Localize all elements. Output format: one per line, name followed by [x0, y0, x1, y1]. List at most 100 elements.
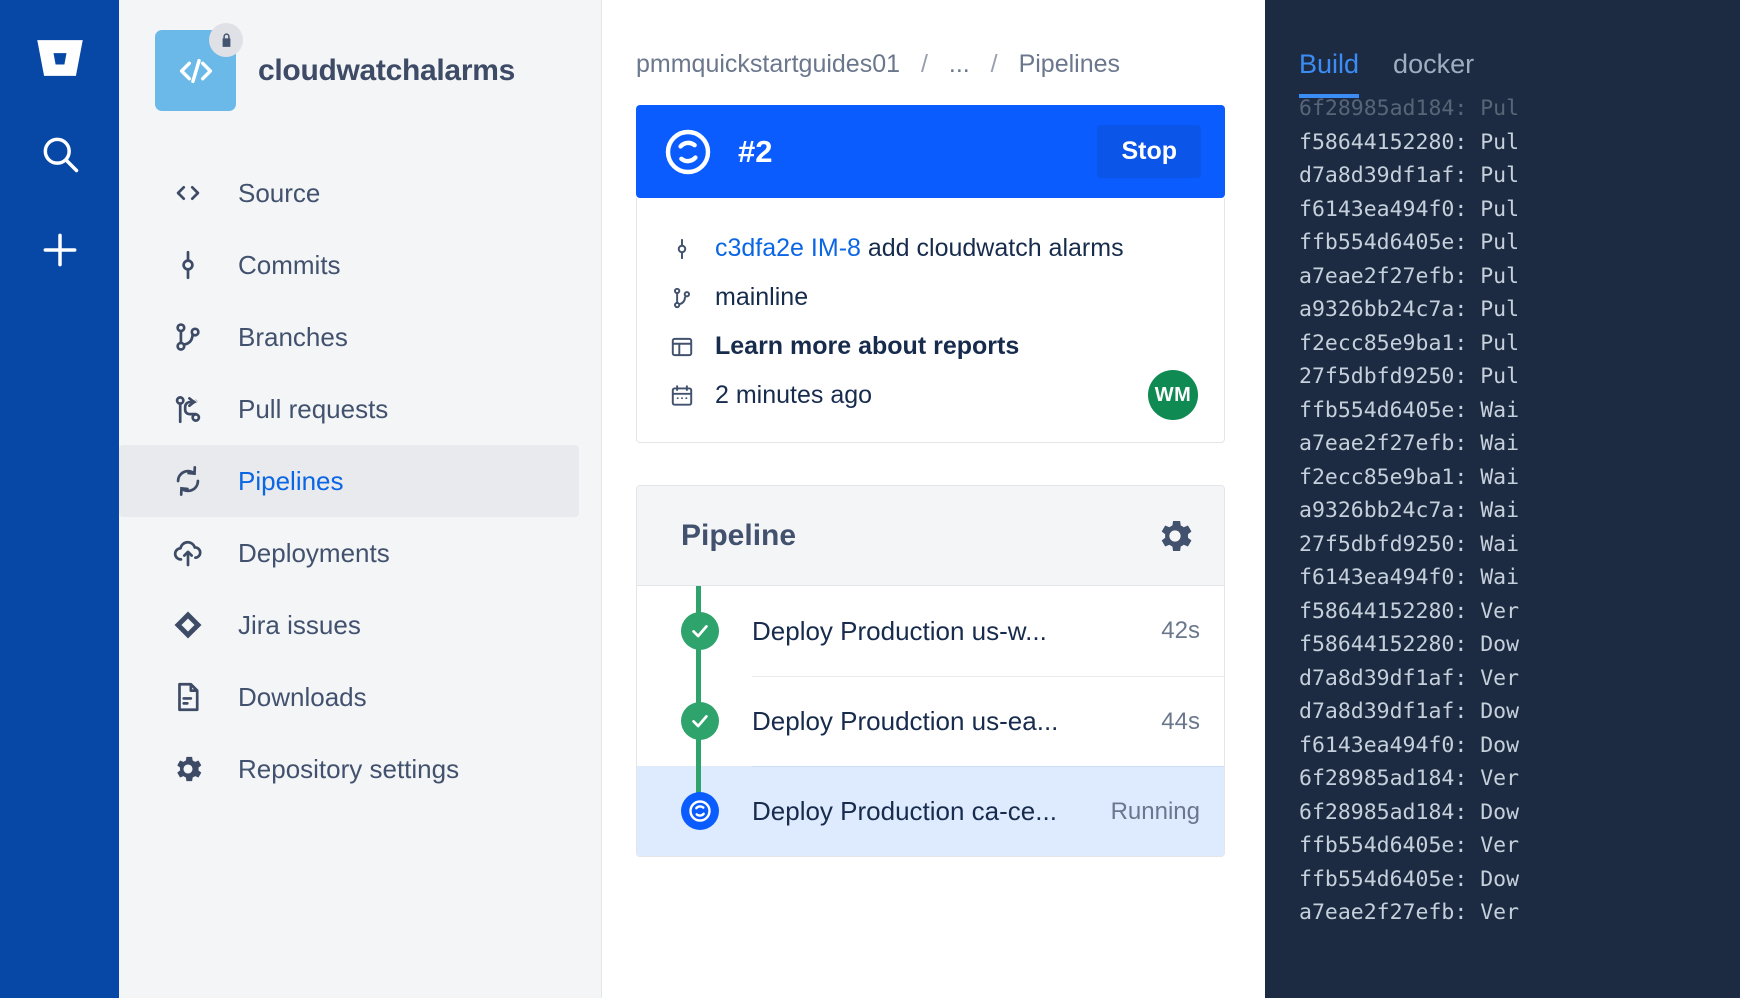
sidebar-item-pipelines[interactable]: Pipelines [119, 445, 579, 517]
step-duration: 44s [1161, 708, 1200, 736]
pipeline-steps-list: Deploy Production us-w... 42s Deploy Pro… [637, 586, 1224, 856]
step-duration: Running [1111, 798, 1200, 826]
jira-icon [170, 607, 206, 643]
breadcrumb-separator: / [921, 50, 928, 78]
log-line: f58644152280: Ver [1299, 595, 1740, 629]
log-line: f2ecc85e9ba1: Pul [1299, 327, 1740, 361]
commit-hash-link[interactable]: c3dfa2e [715, 234, 804, 262]
log-line: 6f28985ad184: Pul [1299, 92, 1740, 126]
step-body: Deploy Production us-w... 42s [752, 586, 1224, 676]
reports-link[interactable]: Learn more about reports [715, 332, 1019, 361]
sidebar-item-label: Source [238, 178, 320, 209]
sidebar-item-label: Jira issues [238, 610, 361, 641]
step-name: Deploy Production us-w... [752, 616, 1161, 647]
commit-message-text: add cloudwatch alarms [868, 234, 1124, 262]
sidebar-item-label: Deployments [238, 538, 390, 569]
log-line: ffb554d6405e: Wai [1299, 394, 1740, 428]
branch-icon [170, 319, 206, 355]
stop-button[interactable]: Stop [1097, 125, 1201, 178]
log-line: f2ecc85e9ba1: Wai [1299, 461, 1740, 495]
log-line: 6f28985ad184: Ver [1299, 762, 1740, 796]
sidebar-item-label: Downloads [238, 682, 367, 713]
pipeline-steps-card: Pipeline Deploy Productio [636, 485, 1225, 857]
sidebar-item-source[interactable]: Source [119, 157, 579, 229]
log-line: f6143ea494f0: Dow [1299, 729, 1740, 763]
commit-summary: c3dfa2e IM-8 add cloudwatch alarms [715, 234, 1124, 263]
log-line: d7a8d39df1af: Pul [1299, 159, 1740, 193]
sidebar-item-commits[interactable]: Commits [119, 229, 579, 301]
lock-icon [209, 23, 243, 57]
repository-name: cloudwatchalarms [258, 54, 515, 88]
sidebar-item-downloads[interactable]: Downloads [119, 661, 579, 733]
page-title: Pipeline [681, 519, 1152, 553]
breadcrumb-current[interactable]: Pipelines [1019, 50, 1120, 78]
plus-icon[interactable] [32, 222, 88, 278]
downloads-file-icon [170, 679, 206, 715]
reports-row: Learn more about reports [667, 322, 1194, 371]
step-name: Deploy Proudction us-ea... [752, 706, 1161, 737]
bitbucket-logo-icon[interactable] [32, 30, 88, 86]
log-line: f58644152280: Dow [1299, 628, 1740, 662]
tab-build[interactable]: Build [1299, 49, 1359, 98]
log-line: a7eae2f27efb: Ver [1299, 896, 1740, 930]
pipeline-step-row[interactable]: Deploy Proudction us-ea... 44s [637, 676, 1224, 766]
pipeline-run-number: #2 [738, 134, 1071, 170]
pull-request-icon [170, 391, 206, 427]
issue-key-link[interactable]: IM-8 [811, 234, 861, 262]
log-line: ffb554d6405e: Ver [1299, 829, 1740, 863]
sidebar-item-jira-issues[interactable]: Jira issues [119, 589, 579, 661]
commit-icon [667, 236, 697, 262]
check-circle-icon [681, 612, 719, 650]
pipeline-step-row[interactable]: Deploy Production ca-ce... Running [637, 766, 1224, 856]
branch-link[interactable]: mainline [715, 283, 808, 312]
breadcrumb-workspace[interactable]: pmmquickstartguides01 [636, 50, 900, 78]
log-line: a7eae2f27efb: Wai [1299, 427, 1740, 461]
sidebar-item-repository-settings[interactable]: Repository settings [119, 733, 579, 805]
pipelines-icon [170, 463, 206, 499]
code-brackets-icon [170, 175, 206, 211]
step-duration: 42s [1161, 617, 1200, 645]
commit-message-row: c3dfa2e IM-8 add cloudwatch alarms [667, 224, 1194, 273]
build-log-panel: Build docker 6f28985ad184: Pulf586441522… [1265, 0, 1740, 998]
gear-icon [170, 751, 206, 787]
running-spinner-icon [681, 792, 719, 830]
sidebar-item-label: Pull requests [238, 394, 388, 425]
avatar[interactable]: WM [1148, 370, 1198, 420]
tab-docker[interactable]: docker [1393, 49, 1474, 98]
global-navigation [0, 0, 119, 998]
log-line: f6143ea494f0: Wai [1299, 561, 1740, 595]
gear-icon[interactable] [1152, 513, 1198, 559]
log-line: 6f28985ad184: Dow [1299, 796, 1740, 830]
sidebar-item-label: Repository settings [238, 754, 459, 785]
sidebar-item-label: Pipelines [238, 466, 344, 497]
main-content: pmmquickstartguides01 / ... / Pipelines … [602, 0, 1265, 998]
log-line: ffb554d6405e: Pul [1299, 226, 1740, 260]
log-line: ffb554d6405e: Dow [1299, 863, 1740, 897]
branch-icon [667, 285, 697, 311]
search-icon[interactable] [32, 126, 88, 182]
sidebar-nav-list: Source Commits Branches [119, 157, 601, 805]
commit-icon [170, 247, 206, 283]
sidebar-item-pull-requests[interactable]: Pull requests [119, 373, 579, 445]
log-output[interactable]: 6f28985ad184: Pulf58644152280: Puld7a8d3… [1265, 92, 1740, 998]
repository-header[interactable]: cloudwatchalarms [119, 30, 601, 111]
breadcrumb-separator: / [991, 50, 998, 78]
check-circle-icon [681, 702, 719, 740]
pipeline-run-header: #2 Stop [636, 105, 1225, 198]
app-root: cloudwatchalarms Source Commits [0, 0, 1740, 998]
log-tab-bar: Build docker [1265, 0, 1740, 98]
pipeline-step-row[interactable]: Deploy Production us-w... 42s [637, 586, 1224, 676]
sidebar-item-branches[interactable]: Branches [119, 301, 579, 373]
sidebar-item-deployments[interactable]: Deployments [119, 517, 579, 589]
branch-row: mainline [667, 273, 1194, 322]
log-line: 27f5dbfd9250: Wai [1299, 528, 1740, 562]
repository-avatar [155, 30, 236, 111]
reports-icon [667, 334, 697, 360]
timestamp-row: 2 minutes ago [667, 371, 1194, 420]
log-line: f58644152280: Pul [1299, 126, 1740, 160]
pipeline-card-header: Pipeline [637, 486, 1224, 586]
repository-sidebar: cloudwatchalarms Source Commits [119, 0, 602, 998]
log-line: 27f5dbfd9250: Pul [1299, 360, 1740, 394]
commit-info-card: c3dfa2e IM-8 add cloudwatch alarms mainl… [636, 198, 1225, 443]
breadcrumb-ellipsis[interactable]: ... [949, 50, 970, 78]
